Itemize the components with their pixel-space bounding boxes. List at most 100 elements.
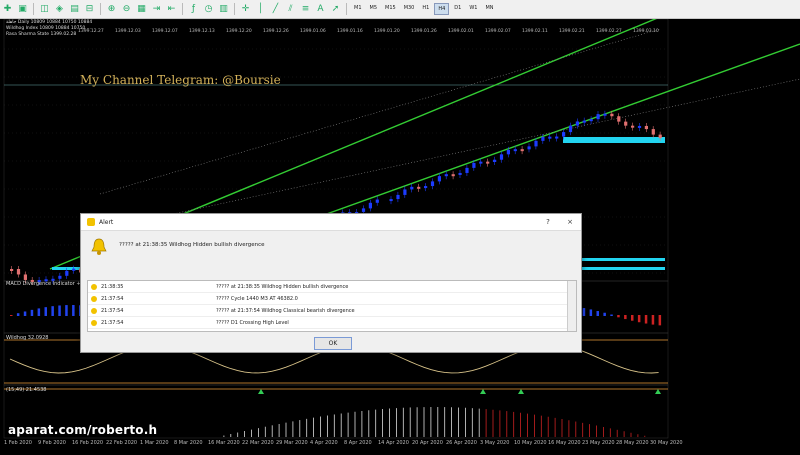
indicators-icon[interactable]: ƒ [187, 3, 200, 15]
macd-bar [644, 315, 648, 324]
signal-arrow [480, 389, 486, 394]
alert-row[interactable]: 21:37:54 ????? Cycle 1440 M3 AT 46382.0 [88, 293, 576, 305]
text-icon[interactable]: A [314, 3, 327, 15]
support-zone [580, 267, 665, 270]
timeframe-h4[interactable]: H4 [434, 3, 450, 15]
tester-icon[interactable]: ⊟ [83, 3, 96, 15]
timeframe-w1[interactable]: W1 [466, 3, 480, 13]
close-button[interactable]: × [559, 218, 581, 226]
zoom-in-icon[interactable]: ⊕ [105, 3, 118, 15]
alert-title: Alert [99, 218, 114, 226]
ok-button[interactable]: OK [314, 337, 352, 350]
timeframe-m15[interactable]: M15 [382, 3, 399, 13]
timeframe-h1[interactable]: H1 [419, 3, 432, 13]
zoom-out-icon[interactable]: ⊖ [120, 3, 133, 15]
bell-icon [91, 238, 107, 255]
arrows-icon[interactable]: ➚ [329, 3, 342, 15]
crosshair-icon[interactable]: ✛ [239, 3, 252, 15]
separator [346, 3, 347, 15]
axis-date-label: 14 Apr 2020 [378, 440, 409, 446]
promo-text: My Channel Telegram: @Boursie [80, 73, 281, 87]
candle-body [499, 154, 504, 160]
axis-date-label: 29 Mar 2020 [276, 440, 308, 446]
axis-date-label: 8 Apr 2020 [344, 440, 372, 446]
macd-bar [624, 315, 627, 320]
time-label: 1399.02.21 [559, 29, 585, 34]
time-label: 1399.12.07 [152, 29, 178, 34]
macd-bar [58, 305, 61, 316]
time-label: 1399.03.10 [633, 29, 659, 34]
shift-icon[interactable]: ⇤ [165, 3, 178, 15]
axis-date-label: 16 Mar 2020 [208, 440, 240, 446]
time-label: 1399.02.07 [485, 29, 511, 34]
terminal-icon[interactable]: ▤ [68, 3, 81, 15]
fibonacci-icon[interactable]: ≡ [299, 3, 312, 15]
axis-date-label: 26 Apr 2020 [446, 440, 477, 446]
axis-date-label: 16 Feb 2020 [72, 440, 104, 446]
candle-body [72, 268, 76, 271]
wildhog-label: Wildhog 32.0928 [6, 335, 49, 341]
timeframe-mn[interactable]: MN [482, 3, 496, 13]
channel-mid [149, 78, 800, 220]
time-label: 1399.01.20 [374, 29, 400, 34]
navigator-icon[interactable]: ◈ [53, 3, 66, 15]
candle-body [479, 161, 483, 164]
period-icon[interactable]: ◷ [202, 3, 215, 15]
support-zone [563, 137, 665, 143]
bell-icon [91, 283, 97, 290]
timeframe-m30[interactable]: M30 [401, 3, 418, 13]
candle-body [493, 159, 497, 163]
alert-titlebar[interactable]: Alert ? × [81, 214, 581, 231]
candle-body [506, 149, 510, 155]
axis-date-label: 1 Feb 2020 [4, 440, 32, 446]
alert-history-list[interactable]: 21:38:35 ????? at 21:38:35 Wildhog Hidden… [87, 280, 577, 332]
axis-date-label: 23 May 2020 [582, 440, 615, 446]
trendline-icon[interactable]: ╱ [269, 3, 282, 15]
candle-body [568, 125, 573, 133]
candle-body [10, 269, 14, 271]
signal-arrow [655, 389, 661, 394]
vertical-line-icon[interactable]: │ [254, 3, 267, 15]
axis-date-label: 1 Mar 2020 [140, 440, 169, 446]
alert-row[interactable]: 21:38:35 ????? at 21:38:35 Wildhog Hidden… [88, 281, 576, 293]
macd-bar [10, 315, 13, 316]
timeframe-m1[interactable]: M1 [351, 3, 365, 13]
market-watch-icon[interactable]: ◫ [38, 3, 51, 15]
candle-body [589, 119, 593, 122]
candle-body [23, 274, 27, 280]
channel-icon[interactable]: ⫽ [284, 3, 297, 15]
candle-body [465, 167, 469, 173]
new-chart-icon[interactable]: ✚ [1, 3, 14, 15]
axis-date-label: 28 May 2020 [616, 440, 649, 446]
scroll-icon[interactable]: ⇥ [150, 3, 163, 15]
macd-bar [51, 306, 54, 316]
alert-row[interactable]: 21:37:54 ????? D1 Crossing High Level [88, 317, 576, 329]
macd-bar [16, 313, 20, 316]
list-scrollbar[interactable] [567, 281, 576, 331]
candle-body [644, 125, 648, 130]
alert-row[interactable]: 21:37:54 ????? at 21:37:54 Wildhog Classi… [88, 305, 576, 317]
alert-row-message: ????? D1 Crossing High Level [216, 319, 289, 326]
candle-body [624, 121, 628, 126]
macd-bar [30, 309, 34, 316]
candle-body [651, 129, 655, 135]
candle-body [430, 181, 435, 187]
bell-icon [91, 319, 97, 326]
help-button[interactable]: ? [537, 218, 559, 226]
macd-bar [589, 309, 593, 316]
timeframe-m5[interactable]: M5 [367, 3, 381, 13]
macd-bar [631, 315, 634, 321]
bell-icon [91, 295, 97, 302]
macd-bar [596, 311, 599, 316]
support-zone [52, 267, 82, 270]
tile-windows-icon[interactable]: ▦ [135, 3, 148, 15]
profiles-icon[interactable]: ▣ [16, 3, 29, 15]
macd-bar [72, 305, 75, 316]
templates-icon[interactable]: ▥ [217, 3, 230, 15]
alert-row-time: 21:37:54 [101, 295, 124, 302]
candle-body [603, 113, 607, 116]
alert-app-icon [87, 218, 95, 226]
time-label: 1399.01.06 [300, 29, 326, 34]
timeframe-d1[interactable]: D1 [451, 3, 464, 13]
toolbar: ✚ ▣ ◫ ◈ ▤ ⊟ ⊕ ⊖ ▦ ⇥ ⇤ ƒ ◷ ▥ ✛ │ ╱ ⫽ ≡ A … [0, 0, 800, 19]
